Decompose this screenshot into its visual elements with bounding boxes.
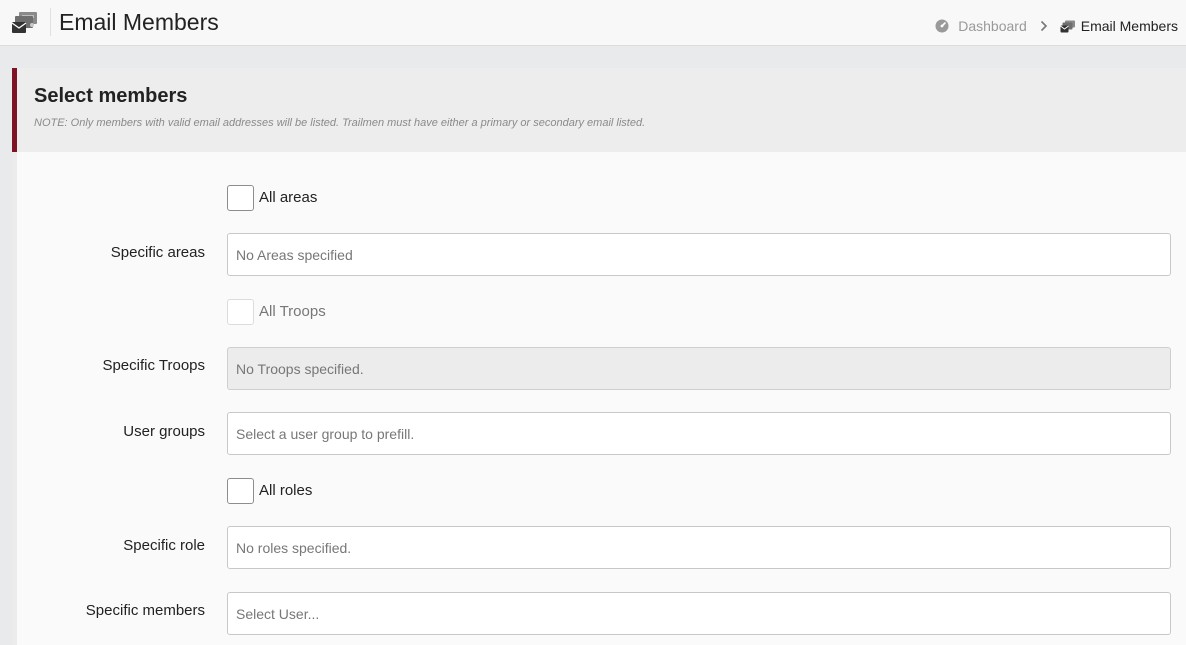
email-members-icon: [1059, 20, 1075, 32]
top-bar: Email Members Dashboard Email Members: [0, 0, 1186, 46]
specific-members-label: Specific members: [85, 602, 205, 619]
all-troops-label: All Troops: [259, 303, 326, 320]
email-members-icon: [11, 12, 37, 33]
all-areas-checkbox[interactable]: [227, 184, 254, 211]
specific-areas-label: Specific areas: [110, 244, 205, 261]
dashboard-gauge-icon: [935, 19, 949, 33]
specific-role-input[interactable]: No roles specified.: [227, 526, 1171, 569]
page-title: Email Members: [59, 9, 219, 35]
breadcrumb-current: Email Members: [1080, 18, 1178, 34]
all-areas-row: All areas: [227, 184, 317, 211]
all-roles-checkbox[interactable]: [227, 477, 254, 504]
panel-header: Select members NOTE: Only members with v…: [12, 68, 1186, 152]
panel-left-rail: [12, 152, 17, 645]
user-groups-label: User groups: [123, 423, 205, 440]
breadcrumb-dashboard-link[interactable]: Dashboard: [958, 18, 1027, 34]
chevron-right-icon: [1040, 20, 1047, 32]
specific-troops-input[interactable]: No Troops specified.: [227, 347, 1171, 390]
section-title: Select members: [34, 85, 188, 107]
specific-troops-label: Specific Troops: [102, 357, 205, 374]
specific-role-label: Specific role: [123, 537, 205, 554]
title-divider: [50, 8, 51, 36]
specific-areas-input[interactable]: No Areas specified: [227, 233, 1171, 276]
all-roles-row: All roles: [227, 477, 312, 504]
breadcrumb: Dashboard Email Members: [935, 17, 1178, 35]
user-groups-select[interactable]: Select a user group to prefill.: [227, 412, 1171, 455]
all-troops-row: All Troops: [227, 298, 326, 325]
specific-members-input[interactable]: Select User...: [227, 592, 1171, 635]
section-note: NOTE: Only members with valid email addr…: [34, 117, 646, 129]
all-roles-label: All roles: [259, 482, 313, 499]
all-areas-label: All areas: [259, 189, 318, 206]
all-troops-checkbox[interactable]: [227, 298, 254, 325]
